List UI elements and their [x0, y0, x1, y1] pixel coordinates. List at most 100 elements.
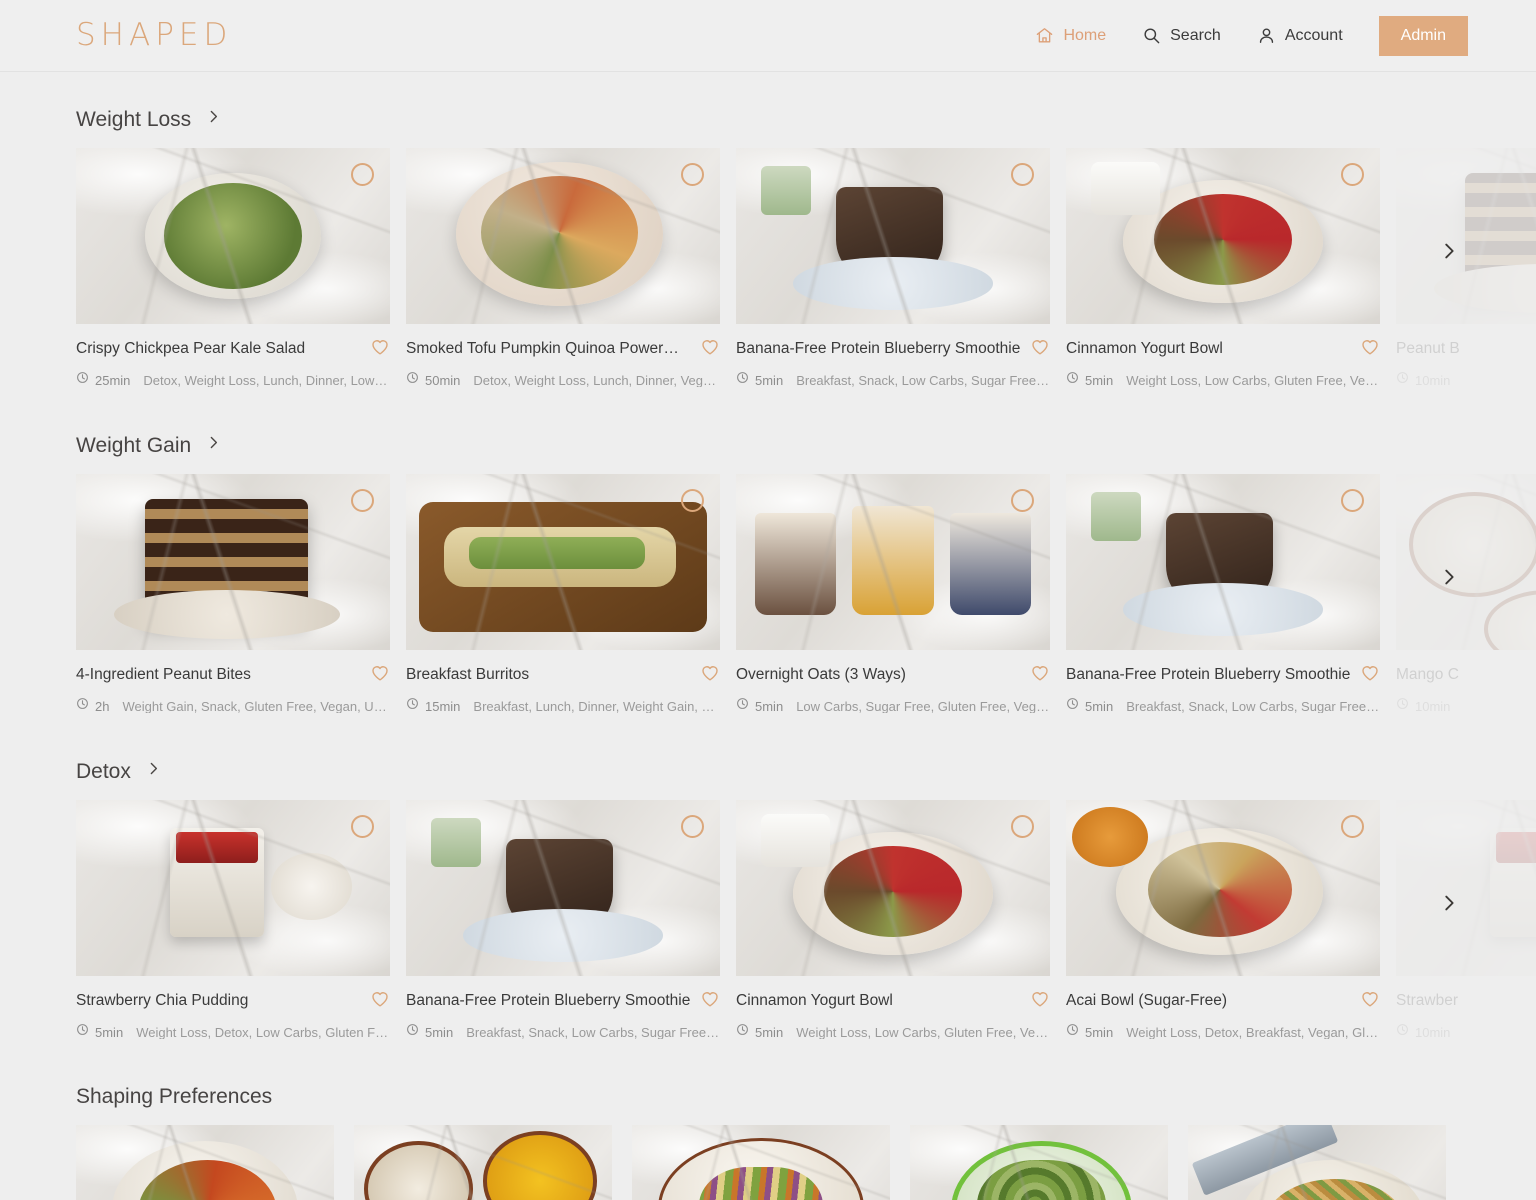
- recipe-card[interactable]: 4-Ingredient Peanut Bites 2h Weight Gain, …: [76, 474, 390, 715]
- nav-item-search[interactable]: Search: [1124, 26, 1239, 45]
- recipe-image[interactable]: [736, 800, 1050, 976]
- recipe-image[interactable]: [1396, 800, 1536, 976]
- select-circle-icon[interactable]: [1341, 163, 1364, 186]
- favorite-heart-icon[interactable]: [700, 989, 720, 1014]
- preference-tile[interactable]: [1188, 1125, 1446, 1200]
- recipe-card[interactable]: Cinnamon Yogurt Bowl 5min Weight Loss, Low…: [1066, 148, 1380, 389]
- select-circle-icon[interactable]: [1341, 489, 1364, 512]
- nav-item-account[interactable]: Account: [1239, 26, 1361, 45]
- chevron-right-icon[interactable]: [205, 434, 222, 456]
- select-circle-icon[interactable]: [1341, 815, 1364, 838]
- preference-tile[interactable]: [910, 1125, 1168, 1200]
- favorite-heart-icon[interactable]: [1030, 663, 1050, 688]
- favorite-heart-icon[interactable]: [1360, 663, 1380, 688]
- recipe-image[interactable]: [76, 148, 390, 324]
- recipe-card[interactable]: Banana-Free Protein Blueberry Smoothie 5m…: [1066, 474, 1380, 715]
- favorite-heart-icon[interactable]: [1030, 989, 1050, 1014]
- preference-tile[interactable]: [354, 1125, 612, 1200]
- recipe-title: Crispy Chickpea Pear Kale Salad: [76, 340, 306, 358]
- select-circle-icon[interactable]: [1011, 163, 1034, 186]
- app-logo[interactable]: SHAPED: [76, 20, 232, 51]
- recipe-title: Banana-Free Protein Blueberry Smoothie: [1066, 666, 1351, 684]
- recipe-card[interactable]: Banana-Free Protein Blueberry Smoothie 5m…: [406, 800, 720, 1041]
- recipe-card[interactable]: Crispy Chickpea Pear Kale Salad 25min Deto…: [76, 148, 390, 389]
- carousel-next-button[interactable]: [1434, 888, 1464, 918]
- recipe-card[interactable]: Cinnamon Yogurt Bowl 5min Weight Loss, Low…: [736, 800, 1050, 1041]
- nav-item-home[interactable]: Home: [1017, 26, 1124, 45]
- carousel-next-button[interactable]: [1434, 236, 1464, 266]
- recipe-photo: [736, 800, 1050, 976]
- favorite-heart-icon[interactable]: [370, 989, 390, 1014]
- recipe-time: 25min: [95, 372, 131, 388]
- favorite-heart-icon[interactable]: [370, 663, 390, 688]
- recipe-card[interactable]: Breakfast Burritos 15min Breakfast, Lunch,…: [406, 474, 720, 715]
- recipe-time: 10min: [1415, 1024, 1451, 1040]
- recipe-title-row: Mango C: [1396, 663, 1536, 688]
- recipe-card-body: 4-Ingredient Peanut Bites 2h Weight Gain, …: [76, 650, 390, 715]
- recipe-time: 5min: [755, 698, 784, 714]
- favorite-heart-icon[interactable]: [1360, 337, 1380, 362]
- recipe-photo: [736, 148, 1050, 324]
- recipe-title-row: Strawber: [1396, 989, 1536, 1014]
- chevron-right-icon[interactable]: [145, 760, 162, 782]
- chevron-right-icon[interactable]: [205, 108, 222, 130]
- select-circle-icon[interactable]: [1011, 489, 1034, 512]
- preference-tile[interactable]: [632, 1125, 890, 1200]
- favorite-heart-icon[interactable]: [700, 337, 720, 362]
- recipe-image[interactable]: [76, 474, 390, 650]
- select-circle-icon[interactable]: [351, 489, 374, 512]
- recipe-title-row: Acai Bowl (Sugar-Free): [1066, 989, 1380, 1014]
- recipe-card[interactable]: Strawberry Chia Pudding 5min Weight Loss, …: [76, 800, 390, 1041]
- carousel-next-button[interactable]: [1434, 562, 1464, 592]
- recipe-card[interactable]: Overnight Oats (3 Ways) 5min Low Carbs, Su…: [736, 474, 1050, 715]
- recipe-tags: Weight Loss, Low Carbs, Gluten Free, Veg…: [1126, 373, 1380, 387]
- recipe-card[interactable]: Peanut B 10min: [1396, 148, 1536, 389]
- clock-icon: [1066, 371, 1079, 389]
- recipe-image[interactable]: [1066, 800, 1380, 976]
- recipe-card[interactable]: Mango C 10min: [1396, 474, 1536, 715]
- select-circle-icon[interactable]: [351, 163, 374, 186]
- favorite-heart-icon[interactable]: [1030, 337, 1050, 362]
- favorite-heart-icon[interactable]: [700, 663, 720, 688]
- recipe-card[interactable]: Acai Bowl (Sugar-Free) 5min Weight Loss, D…: [1066, 800, 1380, 1041]
- recipe-image[interactable]: [76, 800, 390, 976]
- recipe-title-row: Overnight Oats (3 Ways): [736, 663, 1050, 688]
- recipe-image[interactable]: [736, 148, 1050, 324]
- main-nav: Home Search Account Admin: [1017, 15, 1468, 56]
- favorite-heart-icon[interactable]: [1360, 989, 1380, 1014]
- select-circle-icon[interactable]: [1011, 815, 1034, 838]
- recipe-title: Strawberry Chia Pudding: [76, 992, 249, 1010]
- section-header-weight-loss[interactable]: Weight Loss: [0, 108, 1536, 130]
- recipe-meta: 2h Weight Gain, Snack, Gluten Free, Vegan…: [76, 697, 390, 715]
- select-circle-icon[interactable]: [681, 489, 704, 512]
- select-circle-icon[interactable]: [681, 815, 704, 838]
- admin-button[interactable]: Admin: [1378, 15, 1468, 56]
- clock-icon: [76, 371, 89, 389]
- favorite-heart-icon[interactable]: [370, 337, 390, 362]
- recipe-image[interactable]: [1066, 148, 1380, 324]
- select-circle-icon[interactable]: [351, 815, 374, 838]
- recipe-image[interactable]: [406, 474, 720, 650]
- recipe-card[interactable]: Smoked Tofu Pumpkin Quinoa Power… 50min De…: [406, 148, 720, 389]
- recipe-meta: 10min: [1396, 371, 1536, 389]
- recipe-card[interactable]: Strawber 10min: [1396, 800, 1536, 1041]
- recipe-time: 5min: [95, 1024, 124, 1040]
- section-header-weight-gain[interactable]: Weight Gain: [0, 434, 1536, 456]
- section-header-shaping-preferences[interactable]: Shaping Preferences: [0, 1086, 1536, 1107]
- recipe-card[interactable]: Banana-Free Protein Blueberry Smoothie 5m…: [736, 148, 1050, 389]
- recipe-image[interactable]: [736, 474, 1050, 650]
- recipe-image[interactable]: [406, 800, 720, 976]
- recipe-image[interactable]: [1396, 148, 1536, 324]
- recipe-meta: 5min Breakfast, Snack, Low Carbs, Sugar F…: [736, 371, 1050, 389]
- recipe-card-body: Smoked Tofu Pumpkin Quinoa Power… 50min De…: [406, 324, 720, 389]
- recipe-image[interactable]: [1066, 474, 1380, 650]
- select-circle-icon[interactable]: [681, 163, 704, 186]
- recipe-image[interactable]: [1396, 474, 1536, 650]
- recipe-image[interactable]: [406, 148, 720, 324]
- preference-tile[interactable]: [76, 1125, 334, 1200]
- clock-icon: [406, 697, 419, 715]
- recipe-card-body: Overnight Oats (3 Ways) 5min Low Carbs, Su…: [736, 650, 1050, 715]
- clock-icon: [1396, 697, 1409, 715]
- section-header-detox[interactable]: Detox: [0, 760, 1536, 782]
- recipe-time: 5min: [755, 372, 784, 388]
